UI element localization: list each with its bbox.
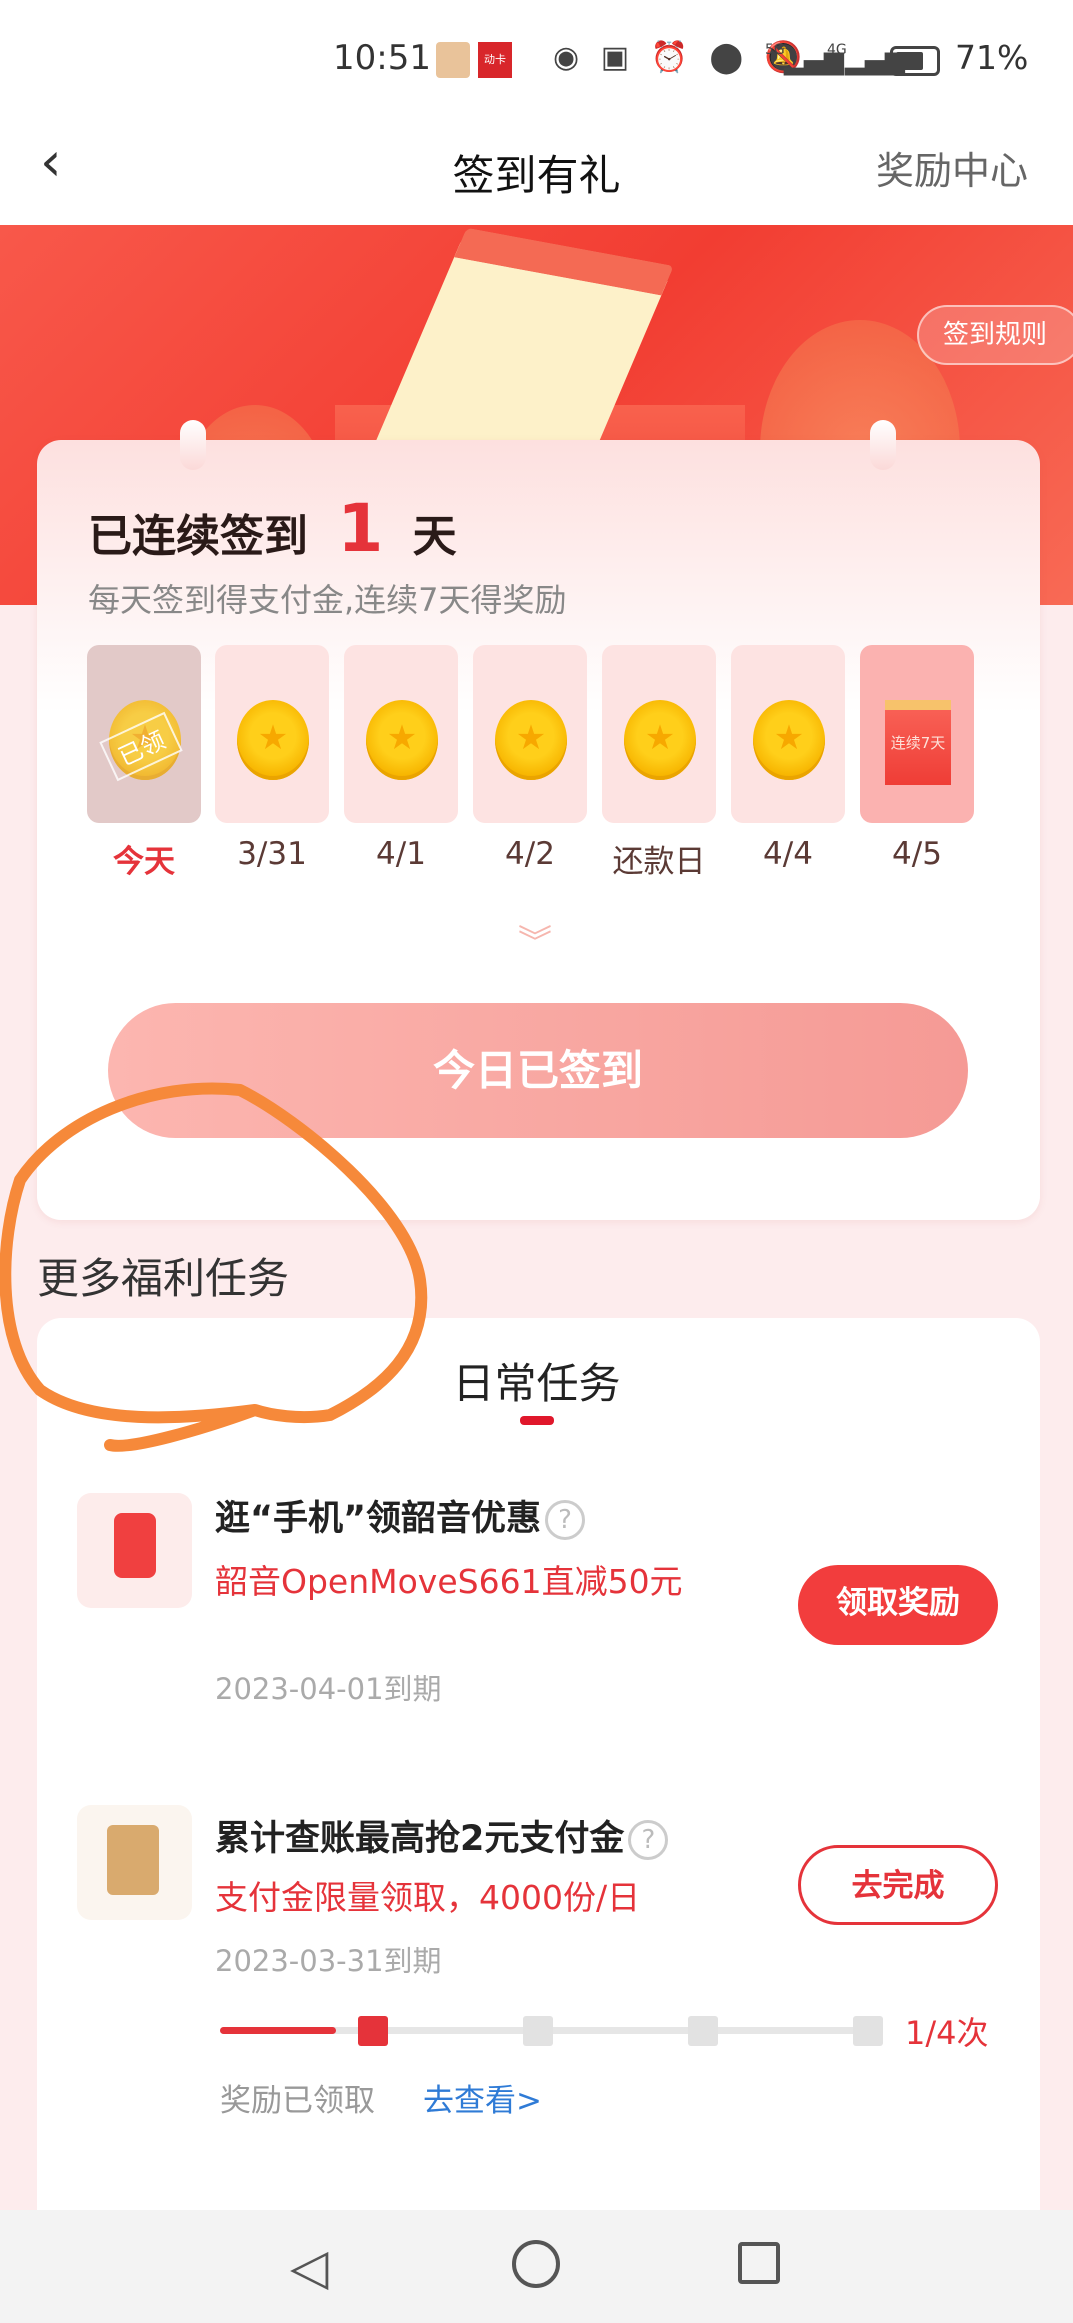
- help-icon[interactable]: ?: [628, 1820, 669, 1860]
- progress-fill: [220, 2027, 336, 2034]
- day-label: 今天: [113, 844, 175, 880]
- reward-center-link[interactable]: 奖励中心: [876, 140, 1028, 195]
- day-tile: ★: [731, 645, 845, 823]
- milestone-gift-icon: [358, 2016, 388, 2046]
- streak-heading: 已连续签到 1 天: [88, 490, 457, 567]
- streak-suffix: 天: [412, 511, 457, 562]
- streak-prefix: 已连续签到: [88, 511, 308, 562]
- home-nav-icon[interactable]: [512, 2240, 560, 2288]
- milestone-gift-icon: [688, 2016, 718, 2046]
- day-label: 3/31: [237, 836, 307, 872]
- task-desc: 支付金限量领取，4000份/日: [215, 1878, 641, 1917]
- nav-bar: ‹ 签到有礼 奖励中心: [0, 120, 1073, 225]
- status-bar: 10:51 动卡 ◉ ▣ ⏰ ⬤ 🔕 5G 4G ▂▄▆ ▂▄▆ 71%: [0, 0, 1073, 120]
- day-tile: ★: [344, 645, 458, 823]
- task-expiry: 2023-03-31到期: [215, 1944, 442, 1978]
- coin-icon: ★: [495, 700, 567, 780]
- task-desc: 韶音OpenMoveS661直减50元: [215, 1562, 683, 1601]
- battery-icon: [890, 46, 940, 76]
- expand-chevron-icon[interactable]: ︾: [518, 915, 552, 964]
- task-title: 累计查账最高抢2元支付金?: [215, 1810, 669, 1861]
- gift-icon: 连续7天: [885, 700, 951, 785]
- ring-decoration: [180, 420, 206, 470]
- task-expiry: 2023-04-01到期: [215, 1672, 442, 1706]
- day-label: 4/5: [892, 836, 942, 872]
- day-label: 4/2: [505, 836, 555, 872]
- day-tile: ★: [602, 645, 716, 823]
- reward-claimed-text: 奖励已领取: [220, 2083, 375, 2119]
- milestone-gift-icon: [523, 2016, 553, 2046]
- coin-icon: ★: [237, 700, 309, 780]
- clock: 10:51: [333, 38, 431, 78]
- day-label: 4/4: [763, 836, 813, 872]
- day-tile-gift: 连续7天: [860, 645, 974, 823]
- network-5g: 5G: [765, 42, 785, 58]
- bill-search-icon: [77, 1805, 192, 1920]
- day-tile-today: ★ 已领: [87, 645, 201, 823]
- app-badge: 动卡: [478, 42, 512, 78]
- streak-count: 1: [337, 490, 384, 567]
- streak-subtitle: 每天签到得支付金,连续7天得奖励: [88, 581, 567, 619]
- milestone-gift-icon: [853, 2016, 883, 2046]
- ring-decoration: [870, 420, 896, 470]
- phone-icon: [77, 1493, 192, 1608]
- signal-icon: ▂▄▆: [784, 46, 844, 76]
- day-label: 4/1: [376, 836, 426, 872]
- orange-annotation-circle: [0, 1082, 428, 1452]
- day-tile: ★: [473, 645, 587, 823]
- day-tile: ★: [215, 645, 329, 823]
- day-label: 还款日: [612, 844, 706, 880]
- help-icon[interactable]: ?: [545, 1500, 586, 1540]
- claim-reward-button[interactable]: 领取奖励: [798, 1565, 998, 1645]
- app-notification-icon: [436, 42, 470, 78]
- go-complete-button[interactable]: 去完成: [798, 1845, 998, 1925]
- view-link[interactable]: 去查看>: [423, 2075, 542, 2120]
- coin-icon: ★: [753, 700, 825, 780]
- back-nav-icon[interactable]: ◁: [290, 2238, 328, 2296]
- coin-icon: ★: [624, 700, 696, 780]
- tab-indicator: [520, 1416, 554, 1425]
- system-nav-bar: ◁: [0, 2210, 1073, 2323]
- recents-nav-icon[interactable]: [738, 2242, 780, 2284]
- battery-level: 71%: [955, 38, 1029, 77]
- checkin-rules-button[interactable]: 签到规则: [917, 305, 1073, 365]
- progress-label: 1/4次: [905, 2014, 989, 2052]
- gift-label: 连续7天: [890, 734, 946, 752]
- coin-icon: ★: [366, 700, 438, 780]
- task-title: 逛“手机”领韶音优惠?: [215, 1490, 586, 1541]
